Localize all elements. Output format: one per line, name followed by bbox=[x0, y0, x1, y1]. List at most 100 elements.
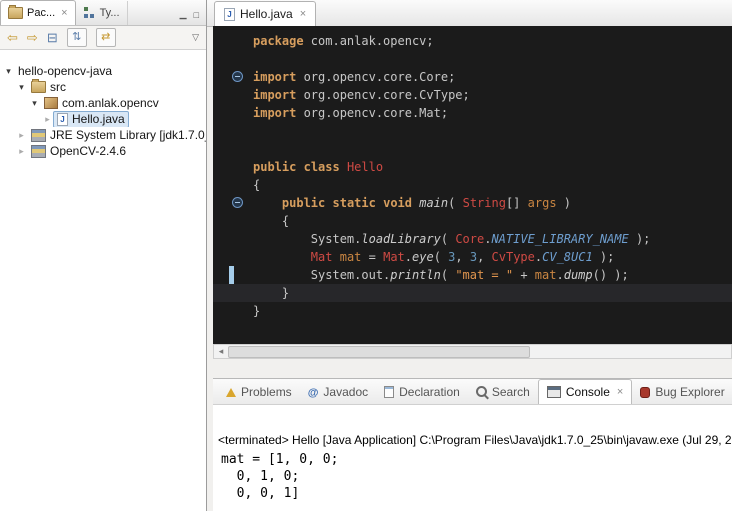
package-icon bbox=[44, 97, 58, 109]
code-line[interactable] bbox=[213, 140, 732, 158]
close-icon[interactable]: × bbox=[61, 8, 67, 19]
code-token bbox=[376, 196, 383, 210]
tree-expander-icon[interactable]: ▸ bbox=[16, 130, 27, 141]
tree-item-opencv-2-4-6[interactable]: ▸ OpenCV-2.4.6 bbox=[0, 143, 206, 159]
link-with-editor-button[interactable]: ⇅ bbox=[67, 28, 87, 47]
tree-item-label: OpenCV-2.4.6 bbox=[50, 144, 126, 158]
code-line[interactable]: public class Hello bbox=[213, 158, 732, 176]
library-icon bbox=[31, 129, 46, 142]
console-output-line: 0, 0, 1] bbox=[221, 485, 732, 502]
tree-item-jre-system-library-jdk1-7-0-25[interactable]: ▸JRE System Library [jdk1.7.0_25] bbox=[0, 127, 206, 143]
code-line[interactable]: { bbox=[213, 212, 732, 230]
code-token: [] bbox=[506, 196, 528, 210]
tab-label: Pac... bbox=[27, 7, 55, 19]
code-line[interactable]: import org.opencv.core.CvType; bbox=[213, 86, 732, 104]
code-line[interactable] bbox=[213, 50, 732, 68]
tree-item-inner: com.anlak.opencv bbox=[40, 95, 163, 111]
tree-item-inner: hello-opencv-java bbox=[14, 63, 116, 79]
horizontal-scrollbar[interactable]: ◂ bbox=[213, 344, 732, 359]
console-output-line: 0, 1, 0; bbox=[221, 468, 732, 485]
tree-item-com-anlak-opencv[interactable]: ▾com.anlak.opencv bbox=[0, 95, 206, 111]
tab-package-explorer[interactable]: Pac... × bbox=[0, 0, 76, 25]
problems-icon bbox=[226, 388, 236, 397]
console-output: mat = [1, 0, 0; 0, 1, 0; 0, 0, 1] bbox=[221, 451, 732, 502]
code-token: "mat = " bbox=[455, 268, 513, 282]
code-editor[interactable]: package com.anlak.opencv; import org.open… bbox=[213, 26, 732, 344]
code-line[interactable]: public static void main( String[] args ) bbox=[213, 194, 732, 212]
code-token: NATIVE_LIBRARY_NAME bbox=[491, 232, 628, 246]
tab-label: Declaration bbox=[399, 385, 460, 399]
code-token: org.opencv.core.Core; bbox=[296, 70, 455, 84]
tab-problems[interactable]: Problems bbox=[218, 380, 300, 404]
tab-label: Bug Explorer bbox=[655, 385, 724, 399]
code-line[interactable]: import org.opencv.core.Core; bbox=[213, 68, 732, 86]
collapse-all-icon[interactable]: ⊟ bbox=[47, 31, 58, 44]
code-line[interactable]: package com.anlak.opencv; bbox=[213, 32, 732, 50]
maximize-icon[interactable]: □ bbox=[194, 10, 199, 20]
code-token: . bbox=[405, 250, 412, 264]
code-line[interactable] bbox=[213, 122, 732, 140]
scrollbar-thumb[interactable] bbox=[228, 346, 530, 358]
code-token: } bbox=[253, 304, 260, 318]
code-line[interactable]: } bbox=[213, 284, 732, 302]
declaration-icon bbox=[384, 386, 394, 398]
tab-search[interactable]: Search bbox=[468, 380, 538, 404]
code-token: Hello bbox=[347, 160, 383, 174]
fold-marker[interactable] bbox=[232, 71, 243, 82]
close-icon[interactable]: × bbox=[617, 387, 623, 398]
tab-declaration[interactable]: Declaration bbox=[376, 380, 468, 404]
close-icon[interactable]: × bbox=[300, 9, 306, 20]
tree-expander-icon[interactable]: ▸ bbox=[16, 146, 27, 157]
code-token: main bbox=[419, 196, 448, 210]
code-line[interactable]: System.out.println( "mat = " + mat.dump(… bbox=[213, 266, 732, 284]
back-icon[interactable]: ⇦ bbox=[7, 31, 18, 44]
link-with-editor-icon: ⇅ bbox=[72, 32, 81, 43]
tree-item-inner: src bbox=[27, 79, 70, 95]
code-token: ( bbox=[434, 250, 448, 264]
code-token bbox=[253, 250, 311, 264]
code-token: System.out. bbox=[253, 268, 390, 282]
view-menu-icon[interactable]: ▽ bbox=[192, 32, 199, 43]
code-line[interactable]: } bbox=[213, 302, 732, 320]
minimize-icon[interactable]: ▁ bbox=[180, 9, 187, 20]
scroll-left-icon[interactable]: ◂ bbox=[214, 346, 228, 357]
code-line[interactable]: System.loadLibrary( Core.NATIVE_LIBRARY_… bbox=[213, 230, 732, 248]
code-token: args bbox=[528, 196, 557, 210]
tab-label: Console bbox=[566, 385, 610, 399]
code-token: org.opencv.core.CvType; bbox=[296, 88, 469, 102]
code-line[interactable]: import org.opencv.core.Mat; bbox=[213, 104, 732, 122]
tree-expander-icon[interactable]: ▸ bbox=[42, 114, 53, 125]
package-explorer-panel: Pac... × Ty... ▁ □ ⇦ ⇨ ⊟ ⇅ ⇄ ▽ ▾hello bbox=[0, 0, 207, 511]
tab-label: Ty... bbox=[100, 7, 120, 19]
code-token: } bbox=[253, 286, 289, 300]
console-content: <terminated> Hello [Java Application] C:… bbox=[213, 433, 732, 502]
forward-icon[interactable]: ⇨ bbox=[27, 31, 38, 44]
tree-item-hello-java[interactable]: ▸Hello.java bbox=[0, 111, 206, 127]
code-line[interactable]: Mat mat = Mat.eye( 3, 3, CvType.CV_8UC1 … bbox=[213, 248, 732, 266]
tree-expander-icon[interactable]: ▾ bbox=[16, 82, 27, 93]
bottom-tab-bar: ProblemsJavadoc Declaration Search Console ×… bbox=[213, 379, 732, 405]
code-token bbox=[325, 196, 332, 210]
project-tree: ▾hello-opencv-java▾src▾com.anlak.opencv▸… bbox=[0, 50, 206, 159]
editor-tab-hello-java[interactable]: Hello.java × bbox=[214, 1, 316, 26]
filters-button[interactable]: ⇄ bbox=[96, 28, 116, 47]
code-line[interactable]: { bbox=[213, 176, 732, 194]
code-token: package bbox=[253, 34, 304, 48]
code-token: public bbox=[282, 196, 325, 210]
code-token bbox=[253, 196, 282, 210]
tree-expander-icon[interactable]: ▾ bbox=[3, 66, 14, 77]
tree-item-hello-opencv-java[interactable]: ▾hello-opencv-java bbox=[0, 63, 206, 79]
tab-javadoc[interactable]: Javadoc bbox=[300, 380, 376, 404]
tree-item-inner: JRE System Library [jdk1.7.0_25] bbox=[27, 127, 206, 143]
javadoc-icon bbox=[308, 385, 319, 399]
eclipse-window: Pac... × Ty... ▁ □ ⇦ ⇨ ⊟ ⇅ ⇄ ▽ ▾hello bbox=[0, 0, 732, 511]
bug-icon bbox=[640, 387, 650, 398]
tree-expander-icon[interactable]: ▾ bbox=[29, 98, 40, 109]
tab-bug-explorer[interactable]: Bug Explorer bbox=[632, 380, 732, 404]
tree-item-src[interactable]: ▾src bbox=[0, 79, 206, 95]
tab-console[interactable]: Console × bbox=[538, 379, 632, 404]
fold-marker[interactable] bbox=[232, 197, 243, 208]
tab-type-hierarchy[interactable]: Ty... bbox=[76, 1, 128, 25]
java-file-icon bbox=[224, 8, 235, 21]
java-file-icon bbox=[57, 113, 68, 126]
